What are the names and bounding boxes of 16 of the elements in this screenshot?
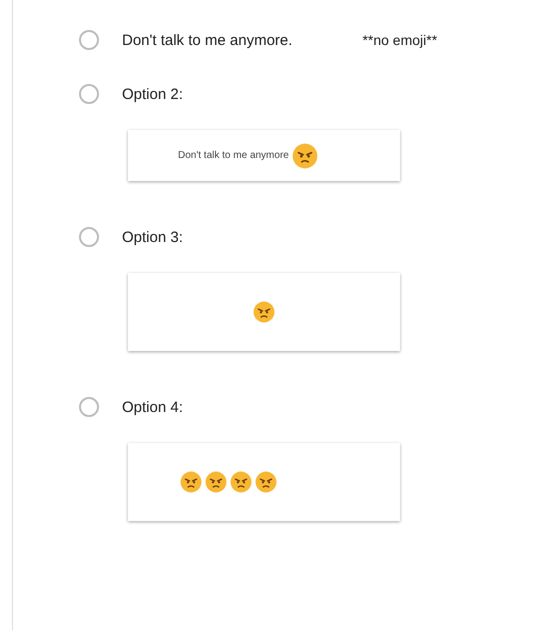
radio-button[interactable]	[79, 30, 99, 50]
angry-face-icon	[180, 471, 202, 493]
image-text: Don't talk to me anymore	[178, 150, 289, 161]
option-note: **no emoji**	[362, 32, 438, 48]
angry-face-icon	[205, 471, 227, 493]
option-label: Option 3:	[122, 228, 183, 246]
angry-face-icon	[255, 471, 277, 493]
option-label: Don't talk to me anymore.	[122, 32, 292, 48]
angry-face-icon	[292, 142, 318, 168]
option-label: Option 4:	[122, 398, 183, 416]
radio-button[interactable]	[79, 84, 99, 104]
angry-face-icon	[230, 471, 252, 493]
radio-button[interactable]	[79, 397, 99, 417]
radio-button[interactable]	[79, 227, 99, 247]
angry-face-icon	[253, 301, 275, 323]
option-label: Option 2:	[122, 86, 183, 102]
